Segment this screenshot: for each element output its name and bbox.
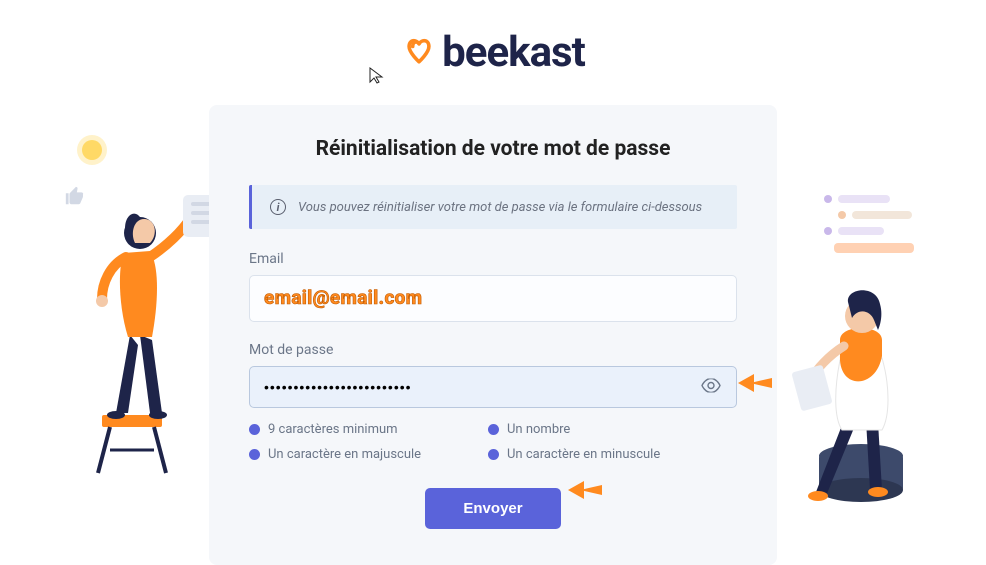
reset-password-card: Réinitialisation de votre mot de passe i… bbox=[209, 105, 777, 565]
info-icon: i bbox=[270, 199, 286, 215]
annotation-arrow-icon bbox=[568, 481, 602, 499]
email-field[interactable]: email@email.com bbox=[249, 275, 737, 322]
password-input-wrap bbox=[249, 366, 737, 408]
card-title: Réinitialisation de votre mot de passe bbox=[249, 137, 737, 161]
lightbulb-icon bbox=[82, 140, 102, 160]
rule-dot-icon bbox=[249, 424, 260, 435]
rule-item: Un nombre bbox=[488, 422, 703, 437]
brand-logo: beekast bbox=[0, 0, 986, 77]
email-label: Email bbox=[249, 251, 737, 267]
info-banner: i Vous pouvez réinitialiser votre mot de… bbox=[249, 185, 737, 229]
annotation-arrow-icon bbox=[738, 374, 772, 392]
eye-icon bbox=[701, 379, 721, 393]
thumbs-up-icon bbox=[64, 185, 86, 207]
info-text: Vous pouvez réinitialiser votre mot de p… bbox=[298, 200, 702, 215]
submit-button[interactable]: Envoyer bbox=[425, 488, 560, 529]
brand-name: beekast bbox=[442, 28, 585, 77]
email-input-wrap: email@email.com bbox=[249, 275, 737, 322]
password-label: Mot de passe bbox=[249, 342, 737, 358]
rule-text: Un nombre bbox=[507, 422, 570, 437]
rule-text: Un caractère en minuscule bbox=[507, 447, 660, 462]
rule-dot-icon bbox=[249, 449, 260, 460]
rule-text: 9 caractères minimum bbox=[268, 422, 398, 437]
rule-dot-icon bbox=[488, 449, 499, 460]
chat-bubbles-icon bbox=[824, 195, 934, 261]
password-field[interactable] bbox=[249, 366, 737, 408]
rule-text: Un caractère en majuscule bbox=[268, 447, 421, 462]
rule-item: Un caractère en minuscule bbox=[488, 447, 703, 462]
password-rules: 9 caractères minimum Un nombre Un caract… bbox=[249, 422, 737, 462]
rule-item: Un caractère en majuscule bbox=[249, 447, 464, 462]
rule-item: 9 caractères minimum bbox=[249, 422, 464, 437]
toggle-password-visibility-button[interactable] bbox=[697, 375, 725, 400]
rule-dot-icon bbox=[488, 424, 499, 435]
beekast-heart-icon bbox=[401, 33, 437, 73]
cursor-icon bbox=[368, 66, 386, 84]
